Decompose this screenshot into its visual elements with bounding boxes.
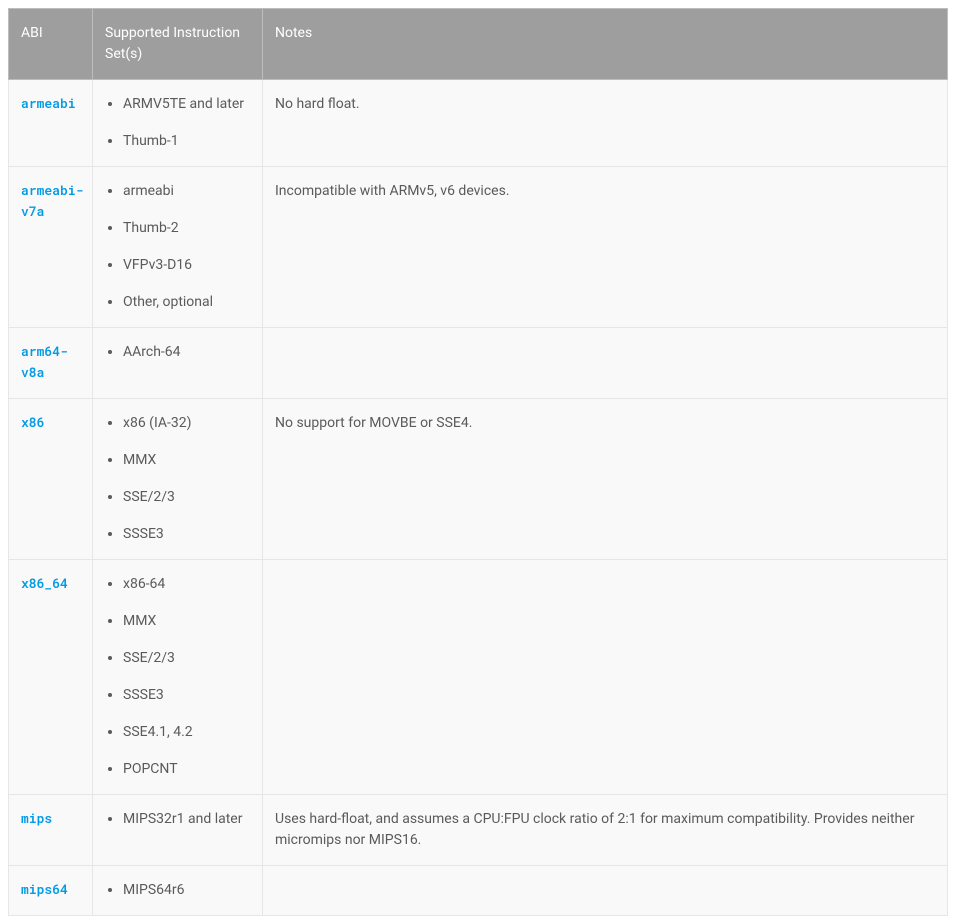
cell-notes: Incompatible with ARMv5, v6 devices.	[263, 167, 948, 328]
instruction-set-item: Other, optional	[123, 292, 250, 313]
header-notes: Notes	[263, 9, 948, 80]
cell-abi: armeabi	[9, 80, 93, 167]
cell-notes: Uses hard-float, and assumes a CPU:FPU c…	[263, 795, 948, 866]
instruction-set-item: MIPS64r6	[123, 880, 250, 901]
cell-instruction-sets: AArch-64	[93, 328, 263, 399]
cell-notes	[263, 866, 948, 916]
instruction-set-list: MIPS32r1 and later	[105, 809, 250, 830]
instruction-set-item: SSE/2/3	[123, 648, 250, 669]
abi-link[interactable]: armeabi	[21, 94, 76, 112]
cell-notes: No hard float.	[263, 80, 948, 167]
cell-instruction-sets: MIPS64r6	[93, 866, 263, 916]
instruction-set-list: ARMV5TE and later Thumb-1	[105, 94, 250, 152]
instruction-set-item: MMX	[123, 611, 250, 632]
instruction-set-item: AArch-64	[123, 342, 250, 363]
abi-link[interactable]: mips	[21, 809, 52, 827]
instruction-set-item: MMX	[123, 450, 250, 471]
cell-abi: x86	[9, 399, 93, 560]
header-instruction-sets: Supported Instruction Set(s)	[93, 9, 263, 80]
cell-abi: arm64-v8a	[9, 328, 93, 399]
cell-notes	[263, 560, 948, 795]
cell-abi: x86_64	[9, 560, 93, 795]
abi-table: ABI Supported Instruction Set(s) Notes a…	[8, 8, 948, 916]
header-abi: ABI	[9, 9, 93, 80]
abi-link[interactable]: mips64	[21, 880, 68, 898]
cell-instruction-sets: armeabi Thumb-2 VFPv3-D16 Other, optional	[93, 167, 263, 328]
instruction-set-list: x86 (IA-32) MMX SSE/2/3 SSSE3	[105, 413, 250, 545]
instruction-set-item: MIPS32r1 and later	[123, 809, 250, 830]
instruction-set-list: AArch-64	[105, 342, 250, 363]
instruction-set-item: VFPv3-D16	[123, 255, 250, 276]
cell-notes: No support for MOVBE or SSE4.	[263, 399, 948, 560]
table-header-row: ABI Supported Instruction Set(s) Notes	[9, 9, 948, 80]
cell-instruction-sets: x86-64 MMX SSE/2/3 SSSE3 SSE4.1, 4.2 POPCNT	[93, 560, 263, 795]
cell-abi: mips	[9, 795, 93, 866]
instruction-set-item: POPCNT	[123, 759, 250, 780]
table-row: armeabi-v7a armeabi Thumb-2 VFPv3-D16 Other,…	[9, 167, 948, 328]
instruction-set-item: SSSE3	[123, 524, 250, 545]
abi-link[interactable]: armeabi-v7a	[21, 181, 83, 220]
instruction-set-list: x86-64 MMX SSE/2/3 SSSE3 SSE4.1, 4.2 POPCNT	[105, 574, 250, 780]
cell-instruction-sets: MIPS32r1 and later	[93, 795, 263, 866]
instruction-set-item: SSE/2/3	[123, 487, 250, 508]
instruction-set-item: x86 (IA-32)	[123, 413, 250, 434]
instruction-set-list: MIPS64r6	[105, 880, 250, 901]
instruction-set-item: SSE4.1, 4.2	[123, 722, 250, 743]
abi-link[interactable]: arm64-v8a	[21, 342, 68, 381]
table-row: armeabi ARMV5TE and later Thumb-1 No hard f…	[9, 80, 948, 167]
instruction-set-item: ARMV5TE and later	[123, 94, 250, 115]
cell-instruction-sets: ARMV5TE and later Thumb-1	[93, 80, 263, 167]
table-row: x86_64 x86-64 MMX SSE/2/3 SSSE3 SSE4.1, 4.2 PO…	[9, 560, 948, 795]
table-row: mips64 MIPS64r6	[9, 866, 948, 916]
cell-abi: armeabi-v7a	[9, 167, 93, 328]
cell-notes	[263, 328, 948, 399]
instruction-set-item: x86-64	[123, 574, 250, 595]
table-row: arm64-v8a AArch-64	[9, 328, 948, 399]
instruction-set-item: armeabi	[123, 181, 250, 202]
abi-link[interactable]: x86_64	[21, 574, 68, 592]
instruction-set-item: SSSE3	[123, 685, 250, 706]
cell-instruction-sets: x86 (IA-32) MMX SSE/2/3 SSSE3	[93, 399, 263, 560]
abi-link[interactable]: x86	[21, 413, 44, 431]
instruction-set-item: Thumb-1	[123, 131, 250, 152]
instruction-set-item: Thumb-2	[123, 218, 250, 239]
table-row: mips MIPS32r1 and later Uses hard-float, a…	[9, 795, 948, 866]
table-row: x86 x86 (IA-32) MMX SSE/2/3 SSSE3 No support …	[9, 399, 948, 560]
cell-abi: mips64	[9, 866, 93, 916]
instruction-set-list: armeabi Thumb-2 VFPv3-D16 Other, optional	[105, 181, 250, 313]
